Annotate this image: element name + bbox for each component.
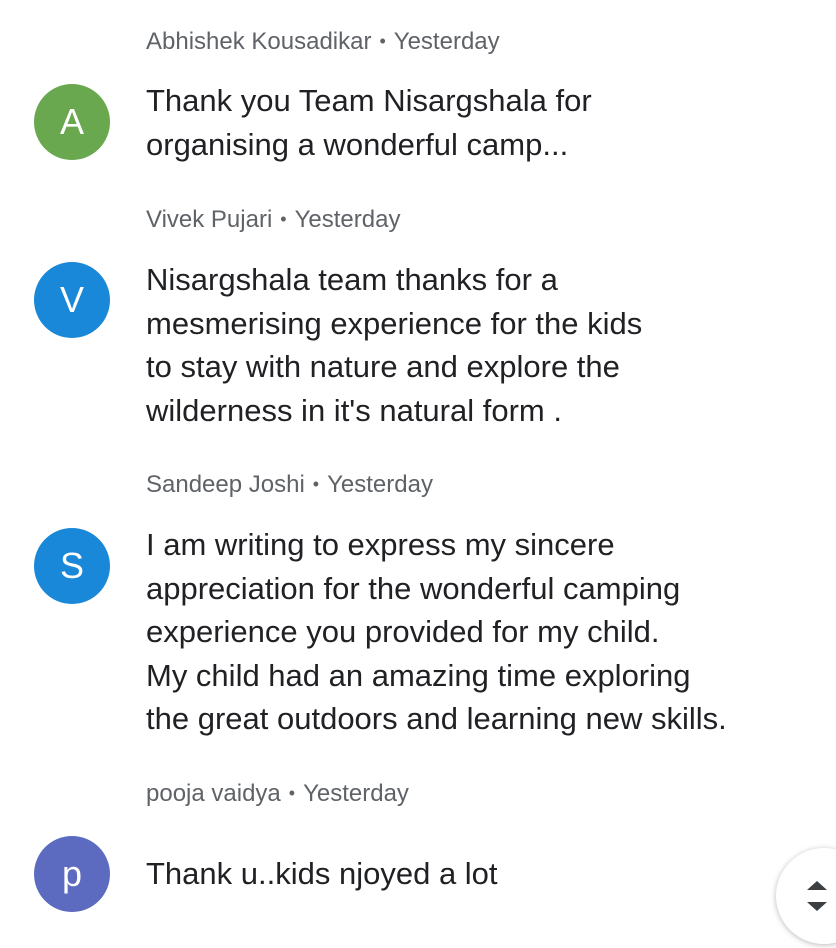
comment-text: Thank u..kids njoyed a lot bbox=[146, 856, 498, 891]
meta-separator: • bbox=[312, 474, 320, 494]
meta-separator: • bbox=[288, 783, 296, 803]
scroll-button[interactable] bbox=[776, 848, 836, 944]
comment-meta: pooja vaidya • Yesterday bbox=[146, 779, 409, 810]
comment-text: Thank you Team Nisargshala for organisin… bbox=[146, 83, 592, 162]
meta-separator: • bbox=[379, 31, 386, 51]
comment-meta: Vivek Pujari • Yesterday bbox=[146, 205, 400, 236]
comment-meta: Sandeep Joshi • Yesterday bbox=[146, 470, 433, 501]
comment-time: Yesterday bbox=[303, 780, 409, 807]
comment-author[interactable]: pooja vaidya bbox=[146, 780, 281, 807]
comment-author[interactable]: Vivek Pujari bbox=[146, 206, 272, 233]
meta-separator: • bbox=[280, 209, 287, 229]
comment-time: Yesterday bbox=[393, 28, 500, 55]
comment-meta: Abhishek Kousadikar • Yesterday bbox=[146, 27, 500, 58]
comment-author[interactable]: Sandeep Joshi bbox=[146, 471, 305, 498]
avatar-letter: S bbox=[59, 545, 84, 586]
comment-author[interactable]: Abhishek Kousadikar bbox=[146, 28, 371, 55]
avatar[interactable]: p bbox=[34, 836, 110, 912]
comment-text: Nisargshala team thanks for a mesmerisin… bbox=[146, 262, 643, 428]
avatar-letter: A bbox=[59, 101, 84, 142]
avatar-letter: p bbox=[61, 853, 83, 894]
avatar[interactable]: A bbox=[34, 84, 110, 160]
comment-text: I am writing to express my sincere appre… bbox=[146, 527, 727, 736]
avatar[interactable]: V bbox=[34, 262, 110, 338]
avatar[interactable]: S bbox=[34, 528, 110, 604]
avatar-letter: V bbox=[59, 279, 84, 320]
scroll-up-down-icon bbox=[807, 881, 827, 911]
comment-time: Yesterday bbox=[327, 471, 433, 498]
comment-time: Yesterday bbox=[294, 206, 401, 233]
